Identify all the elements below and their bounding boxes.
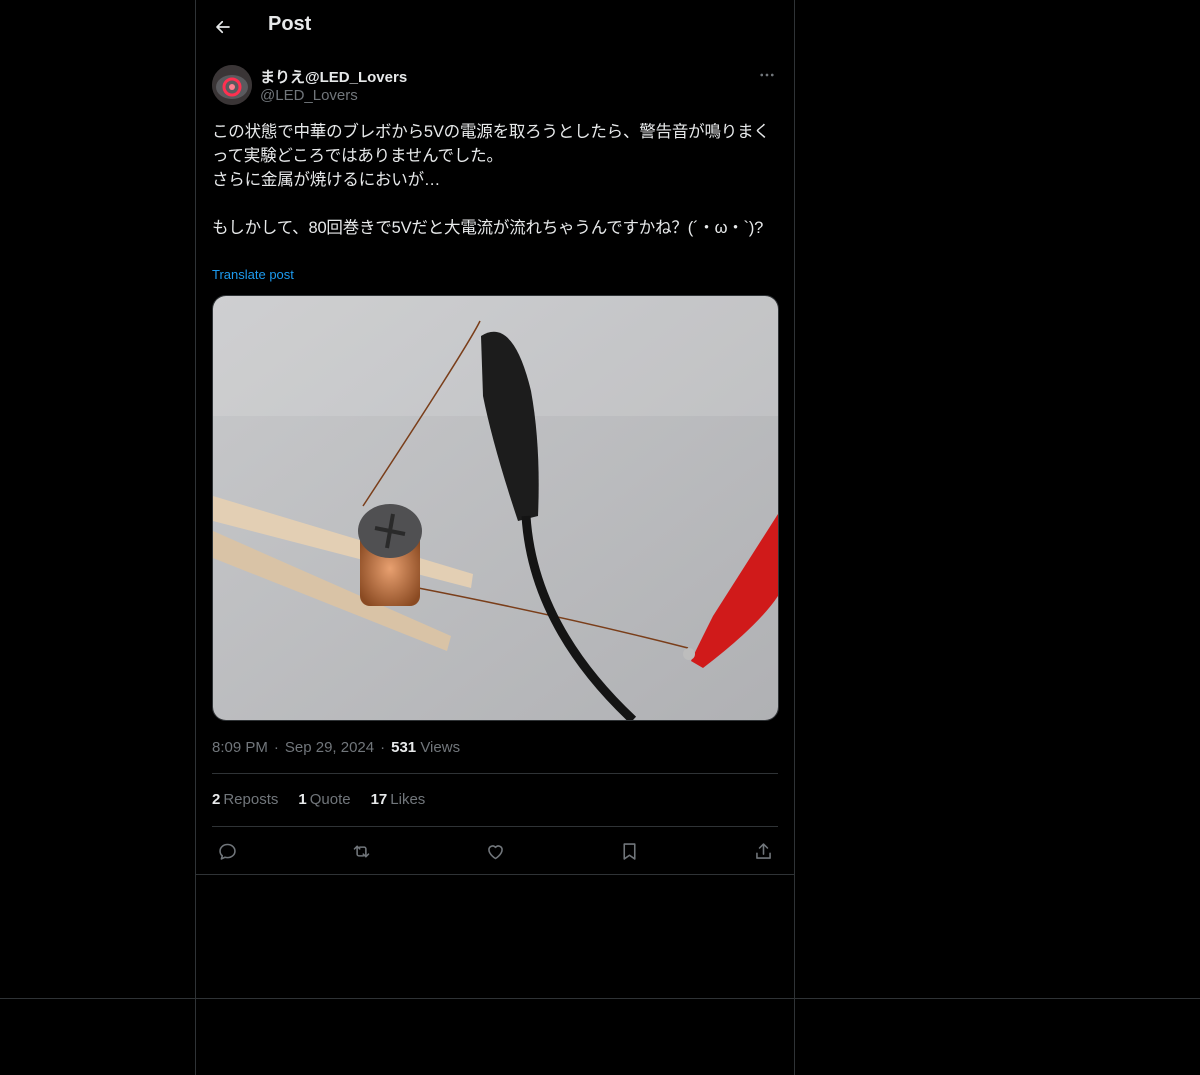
separator-dot: · [380, 739, 386, 756]
repost-icon [353, 844, 369, 858]
quotes-label: Quote [309, 791, 351, 808]
quotes-stat[interactable]: 1 Quote [298, 791, 350, 808]
divider [196, 874, 794, 875]
page-title: Post [268, 13, 312, 35]
post-author: まりえ@LED_Lovers @LED_Lovers [212, 64, 778, 108]
translate-post-link[interactable]: Translate post [212, 267, 294, 282]
reply-icon [218, 843, 236, 860]
divider [0, 998, 1200, 999]
share-icon [755, 842, 771, 859]
views-label: Views [420, 739, 461, 756]
quotes-count: 1 [298, 791, 307, 808]
page-header: Post [196, 0, 794, 55]
reposts-label: Reposts [223, 791, 279, 808]
post-date[interactable]: Sep 29, 2024 [285, 739, 374, 756]
likes-count: 17 [370, 791, 388, 808]
repost-button[interactable] [346, 836, 376, 866]
action-bar [212, 836, 778, 866]
post-image[interactable] [212, 295, 779, 721]
views-count: 531 [391, 739, 417, 756]
author-handle[interactable]: @LED_Lovers [260, 87, 358, 104]
post-stats: 2 Reposts 1 Quote 17 Likes [212, 791, 425, 808]
like-button[interactable] [480, 836, 510, 866]
likes-stat[interactable]: 17 Likes [371, 791, 426, 808]
more-button[interactable] [756, 64, 778, 86]
post-meta: 8:09 PM · Sep 29, 2024 · 531 Views [212, 739, 460, 756]
divider [212, 773, 778, 774]
share-button[interactable] [748, 836, 778, 866]
separator-dot: · [273, 739, 279, 756]
reply-button[interactable] [212, 836, 242, 866]
right-column-border [794, 0, 795, 1075]
bookmark-button[interactable] [614, 836, 644, 866]
post-time[interactable]: 8:09 PM [212, 739, 268, 756]
likes-label: Likes [390, 791, 426, 808]
back-arrow-icon [216, 20, 230, 34]
left-column-border [195, 0, 196, 1075]
reposts-stat[interactable]: 2 Reposts [212, 791, 278, 808]
back-button[interactable] [208, 12, 238, 42]
author-display-name[interactable]: まりえ@LED_Lovers [260, 66, 407, 87]
divider [212, 826, 778, 827]
avatar[interactable] [212, 65, 252, 105]
post-text: この状態で中華のブレボから5Vの電源を取ろうとしたら、警告音が鳴りまくって実験ど… [212, 123, 770, 237]
like-icon [487, 844, 503, 859]
reposts-count: 2 [212, 791, 221, 808]
more-icon [760, 73, 774, 77]
bookmark-icon [622, 842, 636, 860]
